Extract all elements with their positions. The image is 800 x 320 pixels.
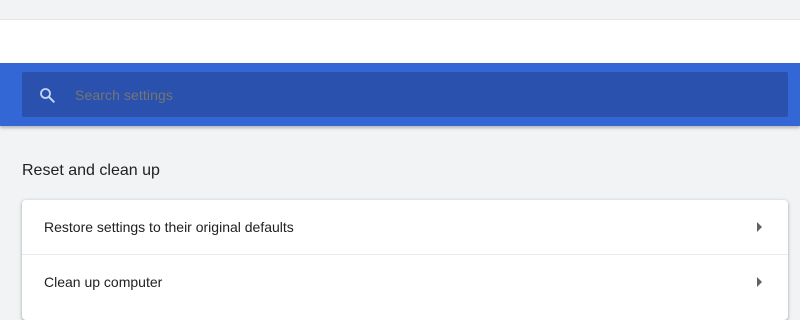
clean-up-computer-row[interactable]: Clean up computer	[22, 254, 788, 309]
settings-toolbar	[0, 63, 800, 126]
restore-defaults-label: Restore settings to their original defau…	[44, 219, 294, 235]
search-icon[interactable]	[37, 85, 57, 105]
header-bar	[0, 19, 800, 63]
search-input[interactable]	[73, 85, 788, 104]
search-box[interactable]	[22, 72, 788, 117]
arrow-right-icon	[757, 222, 762, 232]
window-top-strip	[0, 0, 800, 19]
arrow-right-icon	[757, 277, 762, 287]
section-title: Reset and clean up	[22, 162, 160, 179]
clean-up-computer-label: Clean up computer	[44, 274, 163, 290]
restore-defaults-row[interactable]: Restore settings to their original defau…	[22, 200, 788, 254]
reset-card: Restore settings to their original defau…	[22, 200, 788, 320]
